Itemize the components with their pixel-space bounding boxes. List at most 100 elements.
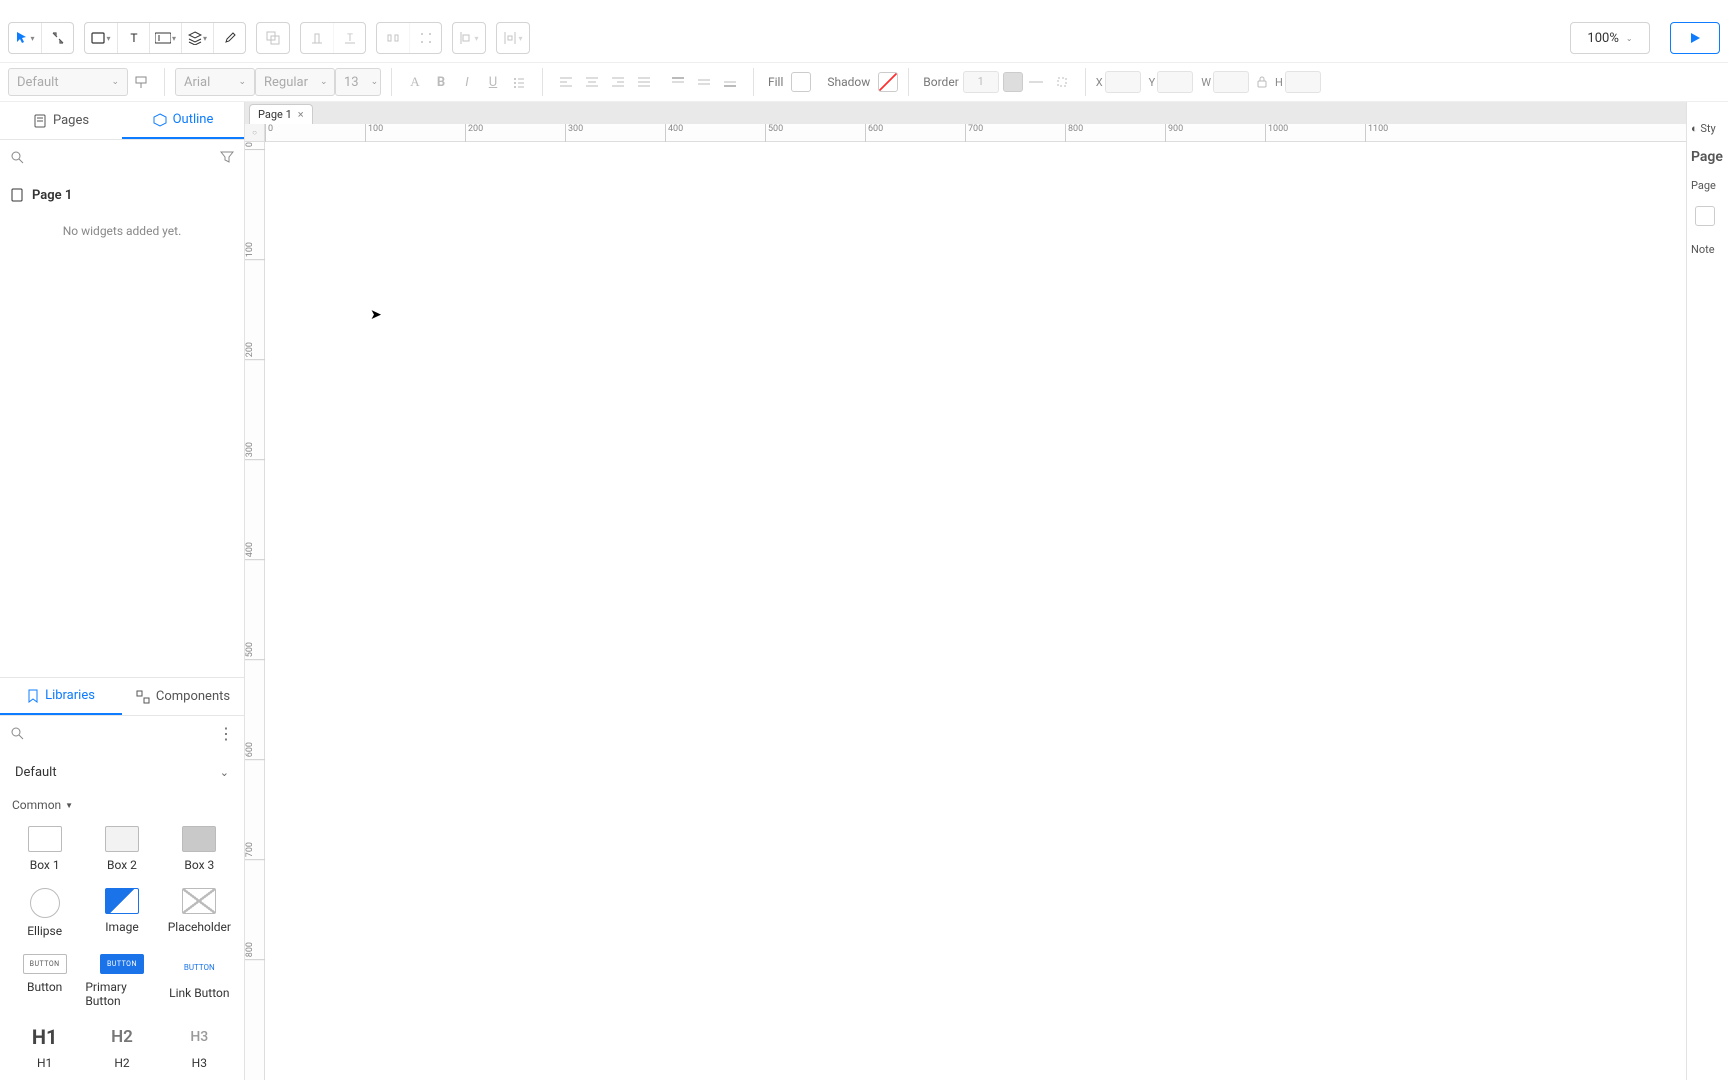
align-center-text-button[interactable] — [579, 69, 605, 95]
chevron-down-icon: ⌄ — [220, 766, 229, 779]
style-select[interactable]: Default⌄ — [8, 68, 128, 96]
widget-h2[interactable]: H2H2 — [85, 1024, 158, 1070]
page-dims-label: Page — [1691, 179, 1724, 192]
stack-tool[interactable]: ▾ — [181, 23, 213, 53]
widget-image[interactable]: Image — [85, 888, 158, 938]
search-icon[interactable] — [10, 150, 24, 164]
align-button — [301, 23, 333, 53]
widget-box-1[interactable]: Box 1 — [8, 826, 81, 872]
italic-button[interactable]: I — [454, 69, 480, 95]
widget-box-3[interactable]: Box 3 — [163, 826, 236, 872]
page-fill-swatch[interactable] — [1695, 206, 1715, 226]
border-style-button[interactable] — [1023, 69, 1049, 95]
page-icon — [10, 188, 24, 202]
canvas[interactable]: ➤ — [265, 142, 1728, 1080]
bold-button[interactable]: B — [428, 69, 454, 95]
input-tool[interactable]: ▾ — [149, 23, 181, 53]
outline-empty-message: No widgets added yet. — [10, 210, 234, 252]
cursor-icon: ➤ — [370, 307, 382, 323]
lock-aspect-button[interactable] — [1249, 69, 1275, 95]
pos-y-input[interactable] — [1157, 71, 1193, 93]
chevron-down-icon: ▾ — [30, 34, 34, 43]
libraries-tab[interactable]: Libraries — [0, 678, 122, 715]
library-select[interactable]: Default ⌄ — [10, 758, 234, 786]
widget-ellipse[interactable]: Ellipse — [8, 888, 81, 938]
widget-h1[interactable]: H1H1 — [8, 1024, 81, 1070]
outline-tab[interactable]: Outline — [122, 102, 244, 139]
text-color-button[interactable]: A — [402, 69, 428, 95]
outline-root-page[interactable]: Page 1 — [10, 180, 234, 210]
chevron-down-icon: ▾ — [172, 34, 176, 43]
border-color-swatch[interactable] — [1003, 72, 1023, 92]
connector-tool[interactable] — [41, 23, 73, 53]
chevron-down-icon: ▾ — [203, 34, 207, 43]
page-heading: Page — [1691, 149, 1724, 165]
widget-link-button[interactable]: BUTTONLink Button — [163, 954, 236, 1008]
shadow-label: Shadow — [827, 75, 870, 89]
group-button — [257, 23, 289, 53]
zoom-select[interactable]: 100% ⌄ — [1570, 22, 1650, 54]
underline-button[interactable]: U — [480, 69, 506, 95]
valign-middle-button[interactable] — [691, 69, 717, 95]
fill-swatch[interactable] — [791, 72, 811, 92]
font-size-select[interactable]: 13⌄ — [335, 68, 381, 96]
pos-x-input[interactable] — [1105, 71, 1141, 93]
align-left-button: ▾ — [453, 23, 485, 53]
font-weight-select[interactable]: Regular⌄ — [255, 68, 335, 96]
align-right-text-button[interactable] — [605, 69, 631, 95]
select-tool[interactable]: ▾ — [9, 23, 41, 53]
distribute-h-button — [377, 23, 409, 53]
rectangle-tool[interactable]: ▾ — [85, 23, 117, 53]
preview-button[interactable] — [1670, 22, 1720, 54]
more-icon[interactable]: ⋮ — [218, 724, 234, 743]
outline-icon — [153, 113, 167, 127]
components-icon — [136, 690, 150, 704]
library-category[interactable]: Common ▼ — [0, 794, 244, 816]
widget-h3[interactable]: H3H3 — [163, 1024, 236, 1070]
font-family-select[interactable]: Arial⌄ — [175, 68, 255, 96]
widget-button[interactable]: BUTTONButton — [8, 954, 81, 1008]
align-left-text-button[interactable] — [553, 69, 579, 95]
zoom-value: 100% — [1587, 31, 1618, 46]
widget-primary-button[interactable]: BUTTONPrimary Button — [85, 954, 158, 1008]
components-tab[interactable]: Components — [122, 678, 244, 715]
pos-y-label: Y — [1149, 76, 1156, 89]
page-tab[interactable]: Page 1 × — [249, 104, 313, 124]
svg-text:T: T — [130, 31, 137, 45]
close-icon[interactable]: × — [298, 108, 304, 121]
border-sides-button[interactable] — [1049, 69, 1075, 95]
size-w-label: W — [1201, 76, 1211, 89]
size-h-input[interactable] — [1285, 71, 1321, 93]
size-h-label: H — [1275, 76, 1283, 89]
spacing-button: ▾ — [497, 23, 529, 53]
size-w-input[interactable] — [1213, 71, 1249, 93]
style-panel-label[interactable]: ◐ Sty — [1691, 122, 1724, 135]
filter-icon[interactable] — [220, 150, 234, 164]
text-tool[interactable]: T — [117, 23, 149, 53]
align-justify-text-button[interactable] — [631, 69, 657, 95]
bullet-list-button[interactable] — [506, 69, 532, 95]
pos-x-label: X — [1096, 76, 1103, 89]
valign-bottom-button[interactable] — [717, 69, 743, 95]
pen-tool[interactable] — [213, 23, 245, 53]
search-icon[interactable] — [10, 726, 24, 740]
widget-placeholder[interactable]: Placeholder — [163, 888, 236, 938]
ruler-horizontal: 010020030040050060070080090010001100 — [265, 124, 1728, 142]
distribute-grid-button — [409, 23, 441, 53]
ruler-origin[interactable]: ○ — [245, 124, 265, 142]
pages-tab[interactable]: Pages — [0, 102, 122, 139]
chevron-down-icon: ⌄ — [1626, 34, 1633, 43]
border-label: Border — [923, 75, 958, 89]
widget-box-2[interactable]: Box 2 — [85, 826, 158, 872]
ruler-vertical: 0100200300400500600700800 — [245, 142, 265, 1080]
align-text-button: T — [333, 23, 365, 53]
caret-down-icon: ▼ — [65, 801, 73, 810]
bookmark-icon — [27, 689, 39, 703]
chevron-down-icon: ▾ — [106, 34, 110, 43]
paint-format-button[interactable] — [128, 69, 154, 95]
border-width-input[interactable]: 1 — [963, 71, 999, 93]
notes-label: Note — [1691, 243, 1724, 256]
valign-top-button[interactable] — [665, 69, 691, 95]
fill-label: Fill — [768, 75, 783, 89]
shadow-swatch[interactable] — [878, 72, 898, 92]
